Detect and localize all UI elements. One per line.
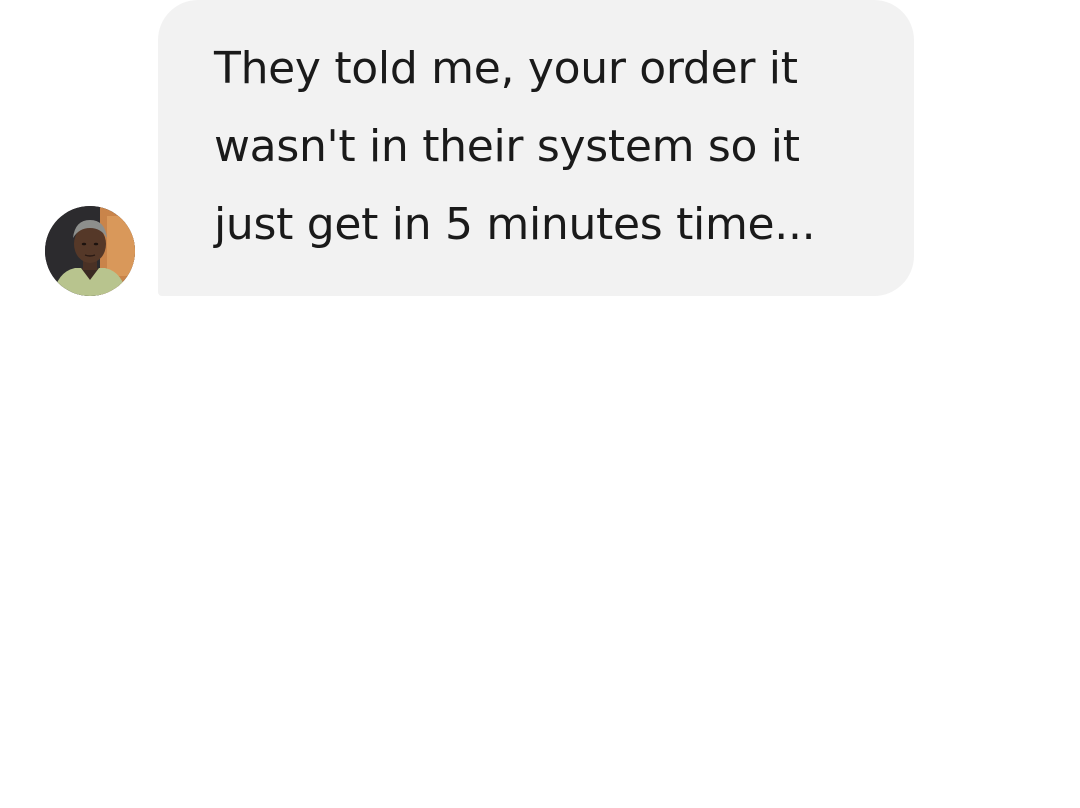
message-bubble[interactable]: They told me, your order it wasn't in th… bbox=[158, 0, 914, 296]
sender-avatar[interactable] bbox=[45, 206, 135, 296]
person-avatar-icon bbox=[45, 206, 135, 296]
message-text: They told me, your order it wasn't in th… bbox=[214, 43, 816, 250]
chat-message: They told me, your order it wasn't in th… bbox=[0, 0, 1080, 300]
